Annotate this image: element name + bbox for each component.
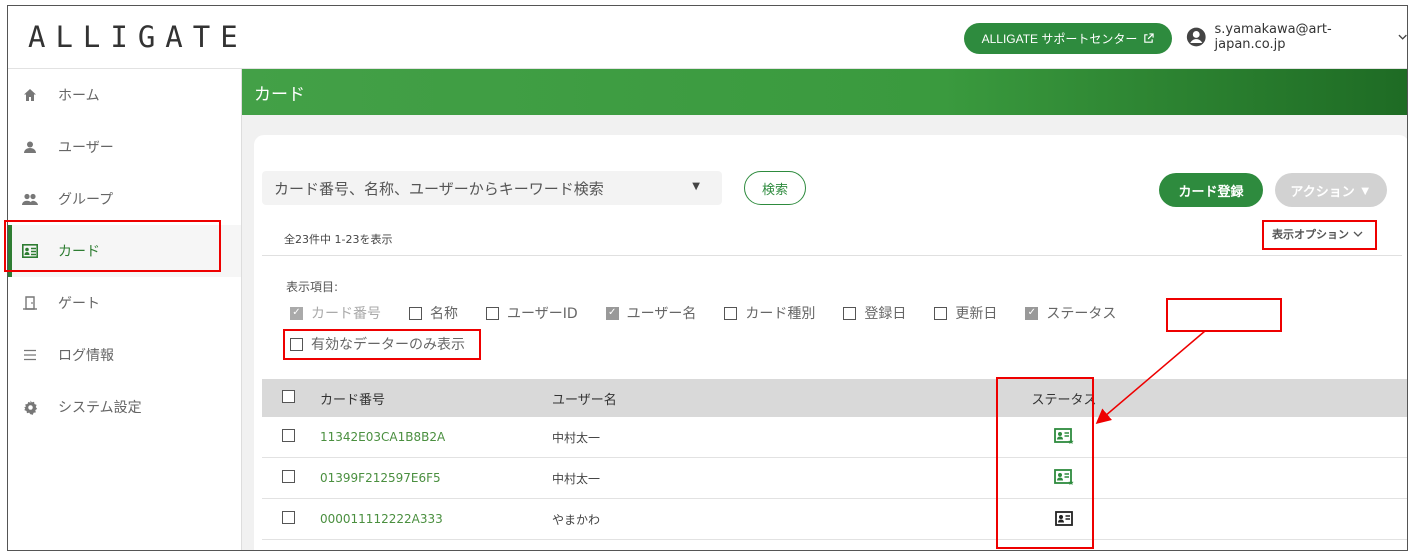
option-user-id[interactable]: ユーザーID [486,303,578,323]
sidebar-item-users[interactable]: ユーザー [8,121,241,173]
user-avatar-icon [1186,27,1206,47]
user-name-cell: 中村太一 [552,471,601,486]
option-label: 登録日 [864,306,907,322]
row-checkbox[interactable] [282,470,295,483]
table-row: 000011112222A333 やまかわ [262,499,1407,540]
card-table: カード番号 ユーザー名 ステータス 11342E03CA1B8B2A 中村太一 … [262,379,1407,540]
top-header: ALLIGATE ALLIGATE サポートセンター s.yamakawa@ar… [8,6,1407,69]
option-registered-date[interactable]: 登録日 [843,303,906,323]
action-button-label: アクション [1290,183,1355,199]
highlight-display-options [1262,220,1377,250]
user-icon [22,139,38,155]
row-checkbox[interactable] [282,429,295,442]
app-logo[interactable]: ALLIGATE [28,20,248,54]
result-count: 全23件中 1-23を表示 [284,233,393,246]
highlight-status-column [996,377,1094,549]
option-label: カード種別 [745,306,816,322]
card-number-link[interactable]: 000011112222A333 [320,512,443,526]
option-label: ユーザーID [507,306,578,322]
checkbox[interactable] [934,306,948,320]
checkbox: ✓ [290,306,303,320]
sidebar-item-label: システム設定 [58,400,142,416]
user-menu[interactable]: s.yamakawa@art-japan.co.jp [1186,22,1407,52]
sidebar-item-gates[interactable]: ゲート [8,277,241,329]
checkbox[interactable] [724,306,738,320]
option-card-type[interactable]: カード種別 [724,303,815,323]
option-label: 更新日 [955,306,998,322]
display-options-row: ✓ カード番号 名称 ユーザーID ✓ ユーザー名 カード種別 登録日 更新日 ✓ ス… [290,303,1144,323]
card-number-link[interactable]: 11342E03CA1B8B2A [320,430,445,444]
dropdown-caret-icon[interactable]: ▼ [692,181,700,192]
highlight-status-option [1166,298,1282,332]
table-row: 01399F212597E6F5 中村太一 [262,458,1407,499]
home-icon [22,87,38,103]
search-placeholder: カード番号、名称、ユーザーからキーワード検索 [274,179,604,198]
chevron-down-icon [1398,34,1407,40]
group-icon [22,191,38,207]
option-label: 名称 [430,306,458,322]
sidebar-item-label: ゲート [58,296,100,312]
checkbox[interactable] [409,306,422,320]
option-label: ステータス [1046,306,1117,322]
support-center-button[interactable]: ALLIGATE サポートセンター [964,23,1172,54]
sidebar-item-label: ログ情報 [58,348,114,364]
user-name-cell: 中村太一 [552,430,601,445]
option-name[interactable]: 名称 [409,303,458,323]
sidebar-item-label: ホーム [58,88,100,104]
support-center-label: ALLIGATE サポートセンター [981,32,1138,46]
display-items-label: 表示項目: [286,280,339,294]
gear-icon [22,399,38,415]
checkbox[interactable] [486,306,499,320]
sidebar-item-label: グループ [58,192,114,208]
sidebar: ホーム ユーザー グループ カード ゲート ログ情報 システム設定 [8,69,242,550]
sidebar-item-logs[interactable]: ログ情報 [8,329,241,381]
app-window: ALLIGATE ALLIGATE サポートセンター s.yamakawa@ar… [7,5,1408,551]
select-all-checkbox[interactable] [282,389,295,403]
divider [262,255,1402,256]
table-row: 11342E03CA1B8B2A 中村太一 [262,417,1407,458]
triangle-down-icon: ▼ [1358,182,1372,198]
highlight-valid-only [283,329,481,360]
option-card-number: ✓ カード番号 [290,303,381,323]
sidebar-item-groups[interactable]: グループ [8,173,241,225]
table-header: カード番号 ユーザー名 ステータス [262,379,1407,417]
highlight-sidebar-cards [4,220,221,272]
search-input[interactable]: カード番号、名称、ユーザーからキーワード検索 ▼ [262,171,722,205]
row-checkbox[interactable] [282,511,295,524]
column-header-card-number[interactable]: カード番号 [320,389,552,408]
list-icon [22,347,38,363]
action-button[interactable]: アクション ▼ [1275,173,1387,207]
column-header-user-name[interactable]: ユーザー名 [552,389,1014,408]
search-button[interactable]: 検索 [744,171,806,205]
sidebar-item-label: ユーザー [58,140,114,156]
checkbox[interactable]: ✓ [1025,306,1039,320]
external-link-icon [1144,33,1155,43]
checkbox[interactable]: ✓ [605,306,619,320]
option-label: カード番号 [311,306,381,322]
option-user-name[interactable]: ✓ ユーザー名 [605,303,697,323]
card-number-link[interactable]: 01399F212597E6F5 [320,471,441,485]
option-updated-date[interactable]: 更新日 [934,303,997,323]
option-label: ユーザー名 [626,306,697,322]
page-title-bar: カード [242,69,1407,115]
register-card-button[interactable]: カード登録 [1159,173,1263,207]
user-email: s.yamakawa@art-japan.co.jp [1214,22,1332,52]
checkbox[interactable] [843,306,857,320]
user-name-cell: やまかわ [552,512,601,527]
sidebar-item-settings[interactable]: システム設定 [8,381,241,433]
sidebar-item-home[interactable]: ホーム [8,69,241,121]
page-title: カード [254,84,305,105]
gate-icon [22,295,38,311]
option-status[interactable]: ✓ ステータス [1025,303,1116,323]
